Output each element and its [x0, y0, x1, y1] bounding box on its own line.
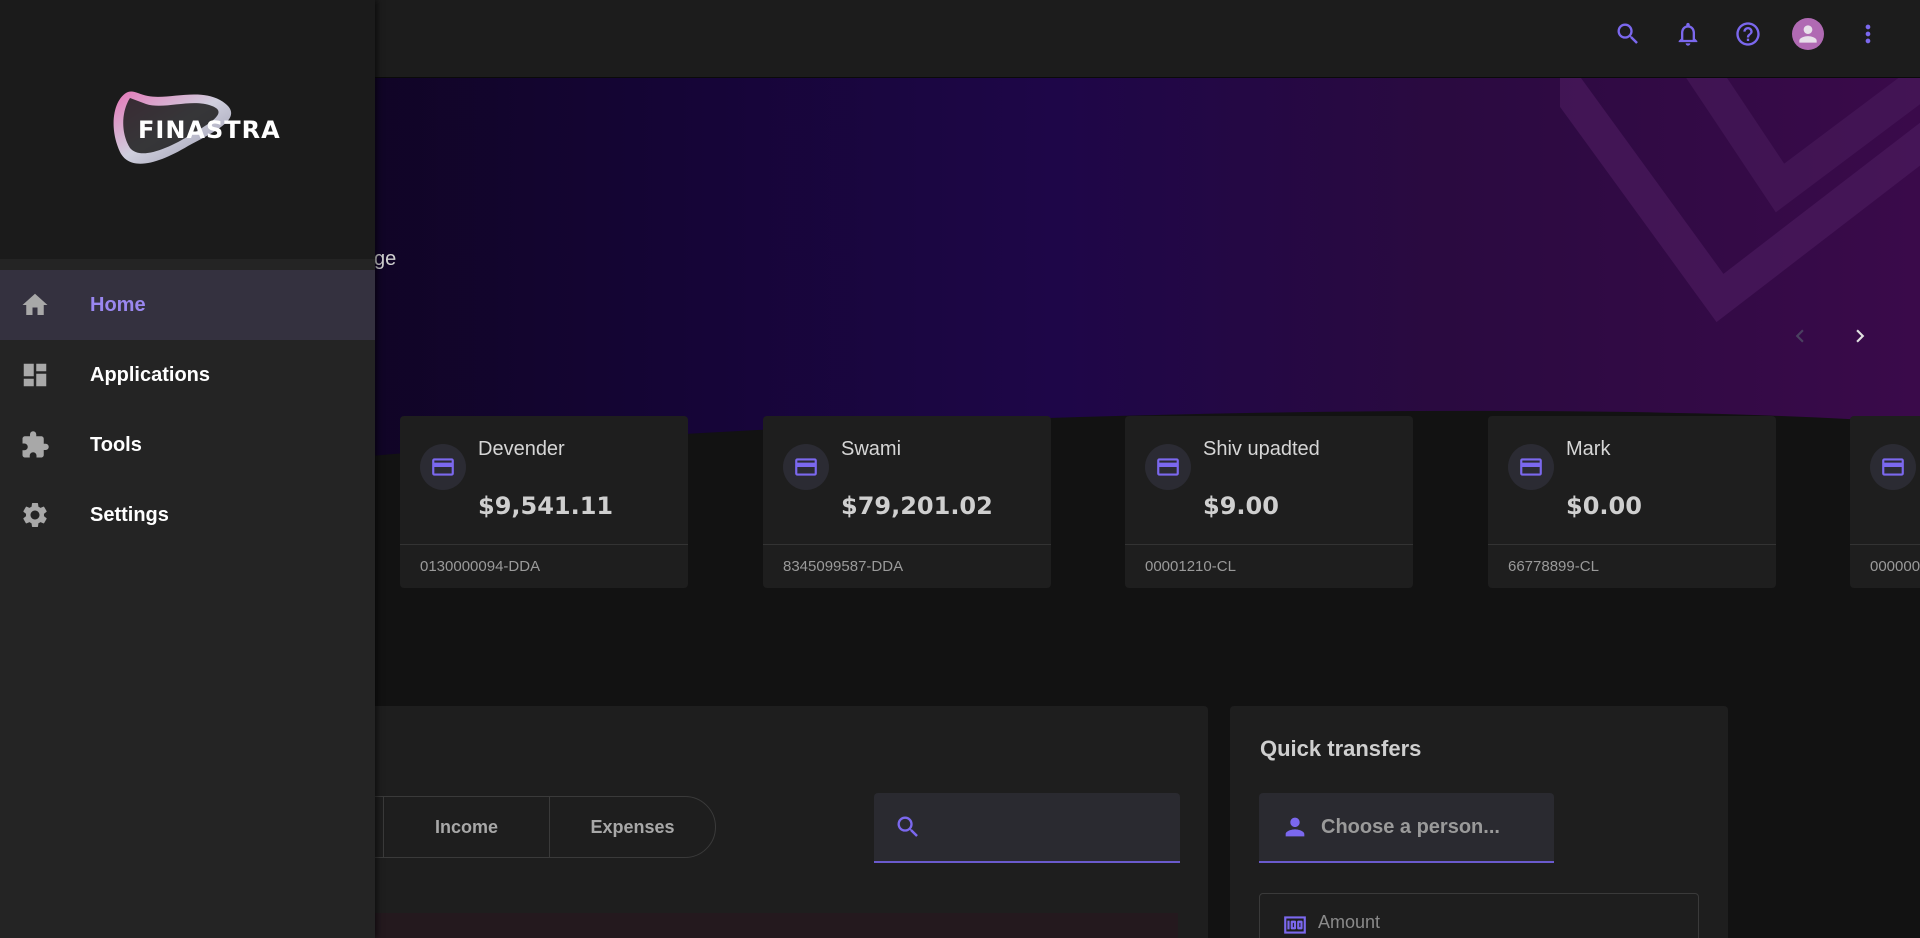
top-actions [1612, 18, 1884, 50]
money-icon [1284, 916, 1306, 934]
sidebar: FINASTRA Home Applications Tools Setting… [0, 0, 375, 938]
sidebar-item-applications[interactable]: Applications [0, 340, 375, 410]
search-icon[interactable] [1612, 18, 1644, 50]
account-number: 00001210-CL [1145, 558, 1236, 575]
sidebar-item-label: Tools [90, 433, 142, 456]
credit-card-icon [783, 444, 829, 490]
extension-icon [0, 430, 90, 460]
chevron-right-icon [1856, 329, 1865, 343]
transaction-search[interactable] [874, 793, 1180, 863]
account-card[interactable]: Shiv upadted $9.00 00001210-CL [1125, 416, 1413, 588]
divider [1125, 544, 1413, 545]
tab-income[interactable]: Income [383, 797, 549, 857]
credit-card-icon [1508, 444, 1554, 490]
finastra-logo[interactable]: FINASTRA [108, 86, 280, 170]
logo-text: FINASTRA [138, 116, 281, 144]
account-name: Mark [1566, 438, 1611, 460]
home-icon [0, 290, 90, 320]
account-card[interactable]: 000000 [1850, 416, 1920, 588]
account-avatar[interactable] [1792, 18, 1824, 50]
account-card[interactable]: Devender $9,541.11 0130000094-DDA [400, 416, 688, 588]
gear-icon [0, 500, 90, 530]
account-card[interactable]: Mark $0.00 66778899-CL [1488, 416, 1776, 588]
search-icon [897, 816, 918, 837]
credit-card-icon [420, 444, 466, 490]
carousel-next-button[interactable] [1842, 318, 1878, 354]
account-name: Swami [841, 438, 902, 460]
sidebar-item-label: Home [90, 293, 146, 316]
sidebar-nav: Home Applications Tools Settings [0, 270, 375, 550]
account-balance: $0.00 [1566, 492, 1642, 520]
divider [1850, 544, 1920, 545]
tab-expenses[interactable]: Expenses [549, 797, 715, 857]
credit-card-icon [1870, 444, 1916, 490]
amount-placeholder: Amount [1318, 912, 1381, 932]
account-balance: $9,541.11 [478, 492, 614, 520]
sidebar-item-settings[interactable]: Settings [0, 480, 375, 550]
hero-partial-text: ge [374, 248, 397, 270]
sidebar-item-tools[interactable]: Tools [0, 410, 375, 480]
choose-person-select[interactable]: Choose a person... [1259, 793, 1554, 863]
sidebar-item-label: Settings [90, 503, 169, 526]
choose-person-placeholder: Choose a person... [1321, 815, 1500, 838]
account-number: 0130000094-DDA [420, 558, 541, 575]
divider [400, 544, 688, 545]
account-name: Devender [478, 438, 565, 460]
sidebar-header: FINASTRA [0, 0, 375, 259]
sidebar-item-label: Applications [90, 363, 211, 386]
carousel-prev-button[interactable] [1782, 318, 1818, 354]
quick-transfers-title: Quick transfers [1260, 736, 1422, 761]
account-balance: $79,201.02 [841, 492, 993, 520]
account-balance: $9.00 [1203, 492, 1279, 520]
account-number: 8345099587-DDA [783, 558, 904, 575]
sidebar-item-home[interactable]: Home [0, 270, 375, 340]
credit-card-icon [1145, 444, 1191, 490]
more-vert-icon[interactable] [1852, 18, 1884, 50]
dashboard-icon [0, 360, 90, 390]
divider [763, 544, 1051, 545]
chevron-left-icon [1795, 329, 1804, 343]
person-icon [1285, 817, 1305, 837]
account-name: Shiv upadted [1203, 438, 1320, 460]
account-card[interactable]: Swami $79,201.02 8345099587-DDA [763, 416, 1051, 588]
divider [1488, 544, 1776, 545]
account-number: 66778899-CL [1508, 558, 1599, 575]
amount-field[interactable]: Amount [1259, 893, 1699, 938]
account-number: 000000 [1870, 558, 1920, 575]
user-icon [1792, 18, 1824, 50]
bell-icon[interactable] [1672, 18, 1704, 50]
decorative-chevrons [1560, 78, 1920, 323]
search-input[interactable] [934, 816, 1154, 838]
transaction-row[interactable]: 02 [300, 913, 1178, 938]
help-icon[interactable] [1732, 18, 1764, 50]
